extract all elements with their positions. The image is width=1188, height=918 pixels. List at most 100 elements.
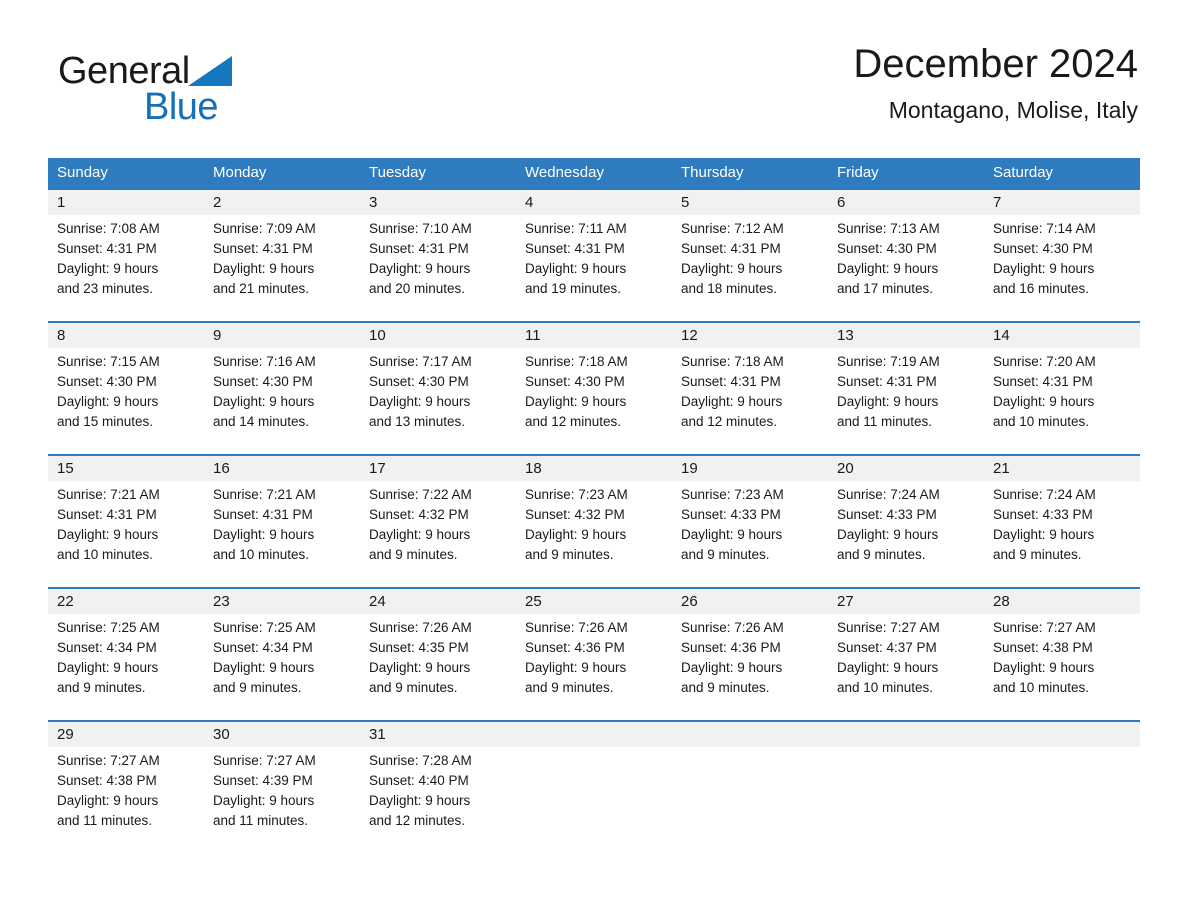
calendar-day-cell[interactable]: 14 Sunrise: 7:20 AM Sunset: 4:31 PM Dayl… — [984, 323, 1140, 454]
day-number: 14 — [993, 327, 1010, 344]
calendar-day-cell-empty — [672, 722, 828, 853]
calendar-week-row: 15 Sunrise: 7:21 AM Sunset: 4:31 PM Dayl… — [48, 454, 1140, 587]
day-sun-info: Sunrise: 7:15 AM Sunset: 4:30 PM Dayligh… — [57, 354, 160, 429]
calendar-day-cell[interactable]: 25 Sunrise: 7:26 AM Sunset: 4:36 PM Dayl… — [516, 589, 672, 720]
day-sun-info: Sunrise: 7:14 AM Sunset: 4:30 PM Dayligh… — [993, 221, 1096, 296]
day-sun-info: Sunrise: 7:11 AM Sunset: 4:31 PM Dayligh… — [525, 221, 627, 296]
calendar-day-cell[interactable]: 5 Sunrise: 7:12 AM Sunset: 4:31 PM Dayli… — [672, 190, 828, 321]
day-number: 3 — [369, 194, 378, 211]
calendar-day-cell[interactable]: 27 Sunrise: 7:27 AM Sunset: 4:37 PM Dayl… — [828, 589, 984, 720]
day-number: 30 — [213, 726, 230, 743]
calendar-day-cell[interactable]: 16 Sunrise: 7:21 AM Sunset: 4:31 PM Dayl… — [204, 456, 360, 587]
day-sun-info: Sunrise: 7:25 AM Sunset: 4:34 PM Dayligh… — [213, 620, 316, 695]
calendar-day-cell[interactable]: 20 Sunrise: 7:24 AM Sunset: 4:33 PM Dayl… — [828, 456, 984, 587]
day-sun-info: Sunrise: 7:26 AM Sunset: 4:35 PM Dayligh… — [369, 620, 472, 695]
calendar-day-cell-empty — [828, 722, 984, 853]
logo-text-blue: Blue — [144, 86, 219, 128]
day-number: 6 — [837, 194, 846, 211]
weekday-header-wednesday: Wednesday — [525, 164, 604, 181]
day-number: 13 — [837, 327, 854, 344]
day-sun-info: Sunrise: 7:23 AM Sunset: 4:33 PM Dayligh… — [681, 487, 784, 562]
day-number: 8 — [57, 327, 66, 344]
day-number: 15 — [57, 460, 74, 477]
day-sun-info: Sunrise: 7:27 AM Sunset: 4:38 PM Dayligh… — [993, 620, 1096, 695]
day-number: 21 — [993, 460, 1010, 477]
calendar-day-cell[interactable]: 10 Sunrise: 7:17 AM Sunset: 4:30 PM Dayl… — [360, 323, 516, 454]
calendar-day-cell[interactable]: 1 Sunrise: 7:08 AM Sunset: 4:31 PM Dayli… — [48, 190, 204, 321]
day-number: 11 — [525, 327, 541, 344]
day-number: 20 — [837, 460, 854, 477]
day-sun-info: Sunrise: 7:21 AM Sunset: 4:31 PM Dayligh… — [213, 487, 316, 562]
calendar-day-cell[interactable]: 26 Sunrise: 7:26 AM Sunset: 4:36 PM Dayl… — [672, 589, 828, 720]
day-number: 24 — [369, 593, 386, 610]
calendar-day-cell[interactable]: 22 Sunrise: 7:25 AM Sunset: 4:34 PM Dayl… — [48, 589, 204, 720]
day-sun-info: Sunrise: 7:20 AM Sunset: 4:31 PM Dayligh… — [993, 354, 1096, 429]
day-number: 5 — [681, 194, 690, 211]
calendar-day-cell[interactable]: 9 Sunrise: 7:16 AM Sunset: 4:30 PM Dayli… — [204, 323, 360, 454]
day-number: 23 — [213, 593, 230, 610]
calendar-day-cell[interactable]: 8 Sunrise: 7:15 AM Sunset: 4:30 PM Dayli… — [48, 323, 204, 454]
calendar-day-cell[interactable]: 21 Sunrise: 7:24 AM Sunset: 4:33 PM Dayl… — [984, 456, 1140, 587]
calendar-week-row: 22 Sunrise: 7:25 AM Sunset: 4:34 PM Dayl… — [48, 587, 1140, 720]
day-sun-info: Sunrise: 7:26 AM Sunset: 4:36 PM Dayligh… — [681, 620, 784, 695]
calendar-day-cell-empty — [516, 722, 672, 853]
calendar-day-cell[interactable]: 23 Sunrise: 7:25 AM Sunset: 4:34 PM Dayl… — [204, 589, 360, 720]
day-number: 4 — [525, 194, 534, 211]
calendar-day-cell[interactable]: 29 Sunrise: 7:27 AM Sunset: 4:38 PM Dayl… — [48, 722, 204, 853]
calendar-day-cell[interactable]: 4 Sunrise: 7:11 AM Sunset: 4:31 PM Dayli… — [516, 190, 672, 321]
weekday-header-thursday: Thursday — [681, 164, 744, 181]
day-sun-info: Sunrise: 7:27 AM Sunset: 4:39 PM Dayligh… — [213, 753, 316, 828]
page-header: General Blue December 2024 Montagano, Mo… — [0, 0, 1188, 126]
weekday-header-tuesday: Tuesday — [369, 164, 426, 181]
logo-text-general: General — [58, 50, 190, 92]
day-sun-info: Sunrise: 7:18 AM Sunset: 4:31 PM Dayligh… — [681, 354, 784, 429]
calendar-day-cell[interactable]: 3 Sunrise: 7:10 AM Sunset: 4:31 PM Dayli… — [360, 190, 516, 321]
calendar-day-cell[interactable]: 13 Sunrise: 7:19 AM Sunset: 4:31 PM Dayl… — [828, 323, 984, 454]
day-sun-info: Sunrise: 7:08 AM Sunset: 4:31 PM Dayligh… — [57, 221, 160, 296]
calendar-day-cell[interactable]: 31 Sunrise: 7:28 AM Sunset: 4:40 PM Dayl… — [360, 722, 516, 853]
day-number: 31 — [369, 726, 386, 743]
calendar-page: General Blue December 2024 Montagano, Mo… — [0, 0, 1188, 918]
day-number: 25 — [525, 593, 542, 610]
calendar-day-cell[interactable]: 24 Sunrise: 7:26 AM Sunset: 4:35 PM Dayl… — [360, 589, 516, 720]
calendar-day-cell[interactable]: 17 Sunrise: 7:22 AM Sunset: 4:32 PM Dayl… — [360, 456, 516, 587]
day-sun-info: Sunrise: 7:19 AM Sunset: 4:31 PM Dayligh… — [837, 354, 940, 429]
title-block: December 2024 Montagano, Molise, Italy — [853, 42, 1138, 123]
day-sun-info: Sunrise: 7:24 AM Sunset: 4:33 PM Dayligh… — [993, 487, 1096, 562]
day-number: 9 — [213, 327, 222, 344]
calendar-day-cell-empty — [984, 722, 1140, 853]
calendar-day-cell[interactable]: 19 Sunrise: 7:23 AM Sunset: 4:33 PM Dayl… — [672, 456, 828, 587]
calendar-day-cell[interactable]: 18 Sunrise: 7:23 AM Sunset: 4:32 PM Dayl… — [516, 456, 672, 587]
day-number: 27 — [837, 593, 854, 610]
calendar-day-cell[interactable]: 15 Sunrise: 7:21 AM Sunset: 4:31 PM Dayl… — [48, 456, 204, 587]
page-subtitle: Montagano, Molise, Italy — [888, 97, 1138, 123]
calendar-day-cell[interactable]: 7 Sunrise: 7:14 AM Sunset: 4:30 PM Dayli… — [984, 190, 1140, 321]
day-number: 1 — [57, 194, 66, 211]
day-sun-info: Sunrise: 7:28 AM Sunset: 4:40 PM Dayligh… — [369, 753, 472, 828]
weekday-header-sunday: Sunday — [57, 164, 108, 181]
calendar-week-row: 1 Sunrise: 7:08 AM Sunset: 4:31 PM Dayli… — [48, 188, 1140, 321]
day-sun-info: Sunrise: 7:16 AM Sunset: 4:30 PM Dayligh… — [213, 354, 316, 429]
day-number: 28 — [993, 593, 1010, 610]
calendar-day-cell[interactable]: 2 Sunrise: 7:09 AM Sunset: 4:31 PM Dayli… — [204, 190, 360, 321]
day-sun-info: Sunrise: 7:10 AM Sunset: 4:31 PM Dayligh… — [369, 221, 472, 296]
calendar-day-cell[interactable]: 12 Sunrise: 7:18 AM Sunset: 4:31 PM Dayl… — [672, 323, 828, 454]
day-number: 29 — [57, 726, 74, 743]
day-sun-info: Sunrise: 7:23 AM Sunset: 4:32 PM Dayligh… — [525, 487, 628, 562]
day-number: 12 — [681, 327, 698, 344]
calendar-week-row: 29 Sunrise: 7:27 AM Sunset: 4:38 PM Dayl… — [48, 720, 1140, 853]
day-sun-info: Sunrise: 7:17 AM Sunset: 4:30 PM Dayligh… — [369, 354, 472, 429]
day-sun-info: Sunrise: 7:27 AM Sunset: 4:37 PM Dayligh… — [837, 620, 940, 695]
weekday-header-row: Sunday Monday Tuesday Wednesday Thursday… — [48, 158, 1140, 188]
general-blue-logo: General Blue — [58, 50, 388, 126]
day-number: 16 — [213, 460, 230, 477]
day-number: 18 — [525, 460, 542, 477]
calendar-day-cell[interactable]: 28 Sunrise: 7:27 AM Sunset: 4:38 PM Dayl… — [984, 589, 1140, 720]
calendar-day-cell[interactable]: 6 Sunrise: 7:13 AM Sunset: 4:30 PM Dayli… — [828, 190, 984, 321]
day-sun-info: Sunrise: 7:09 AM Sunset: 4:31 PM Dayligh… — [213, 221, 316, 296]
calendar-day-cell[interactable]: 30 Sunrise: 7:27 AM Sunset: 4:39 PM Dayl… — [204, 722, 360, 853]
calendar-day-cell[interactable]: 11 Sunrise: 7:18 AM Sunset: 4:30 PM Dayl… — [516, 323, 672, 454]
day-number: 17 — [369, 460, 386, 477]
calendar-week-row: 8 Sunrise: 7:15 AM Sunset: 4:30 PM Dayli… — [48, 321, 1140, 454]
day-number: 26 — [681, 593, 698, 610]
